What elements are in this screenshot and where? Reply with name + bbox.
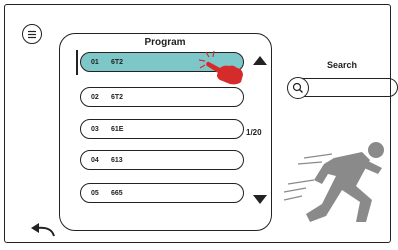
tap-hand-icon	[198, 50, 243, 85]
panel-title: Program	[144, 37, 186, 48]
program-row-04[interactable]: 04 613	[80, 150, 244, 170]
triangle-down-icon	[253, 195, 267, 204]
program-row-05[interactable]: 05 665	[80, 183, 244, 203]
program-row-03[interactable]: 03 61E	[80, 119, 244, 139]
menu-icon	[28, 30, 36, 38]
back-arrow-icon	[31, 223, 55, 237]
search-label: Search	[327, 60, 358, 70]
screen: Program 01 6T2 02 6T2 03 61E 04 613 05 6…	[0, 0, 398, 250]
program-name: 665	[111, 189, 123, 197]
program-number: 05	[91, 189, 99, 197]
scroll-down-button[interactable]	[252, 193, 268, 205]
program-number: 03	[91, 125, 99, 133]
scroll-up-button[interactable]	[252, 55, 268, 67]
running-person-icon	[283, 142, 384, 222]
program-number: 04	[91, 156, 99, 164]
program-row-02[interactable]: 02 6T2	[80, 87, 244, 107]
program-number: 01	[91, 58, 99, 66]
triangle-up-icon	[253, 56, 267, 65]
search-icon	[292, 82, 303, 93]
program-number: 02	[91, 93, 99, 101]
search-button[interactable]	[287, 77, 309, 99]
program-name: 61E	[111, 125, 124, 133]
menu-button[interactable]	[22, 24, 42, 44]
selection-indicator	[76, 50, 78, 75]
back-button[interactable]	[30, 220, 56, 238]
program-name: 6T2	[111, 58, 124, 66]
program-name: 613	[111, 156, 123, 164]
page-indicator: 1/20	[246, 128, 262, 137]
program-name: 6T2	[111, 93, 124, 101]
